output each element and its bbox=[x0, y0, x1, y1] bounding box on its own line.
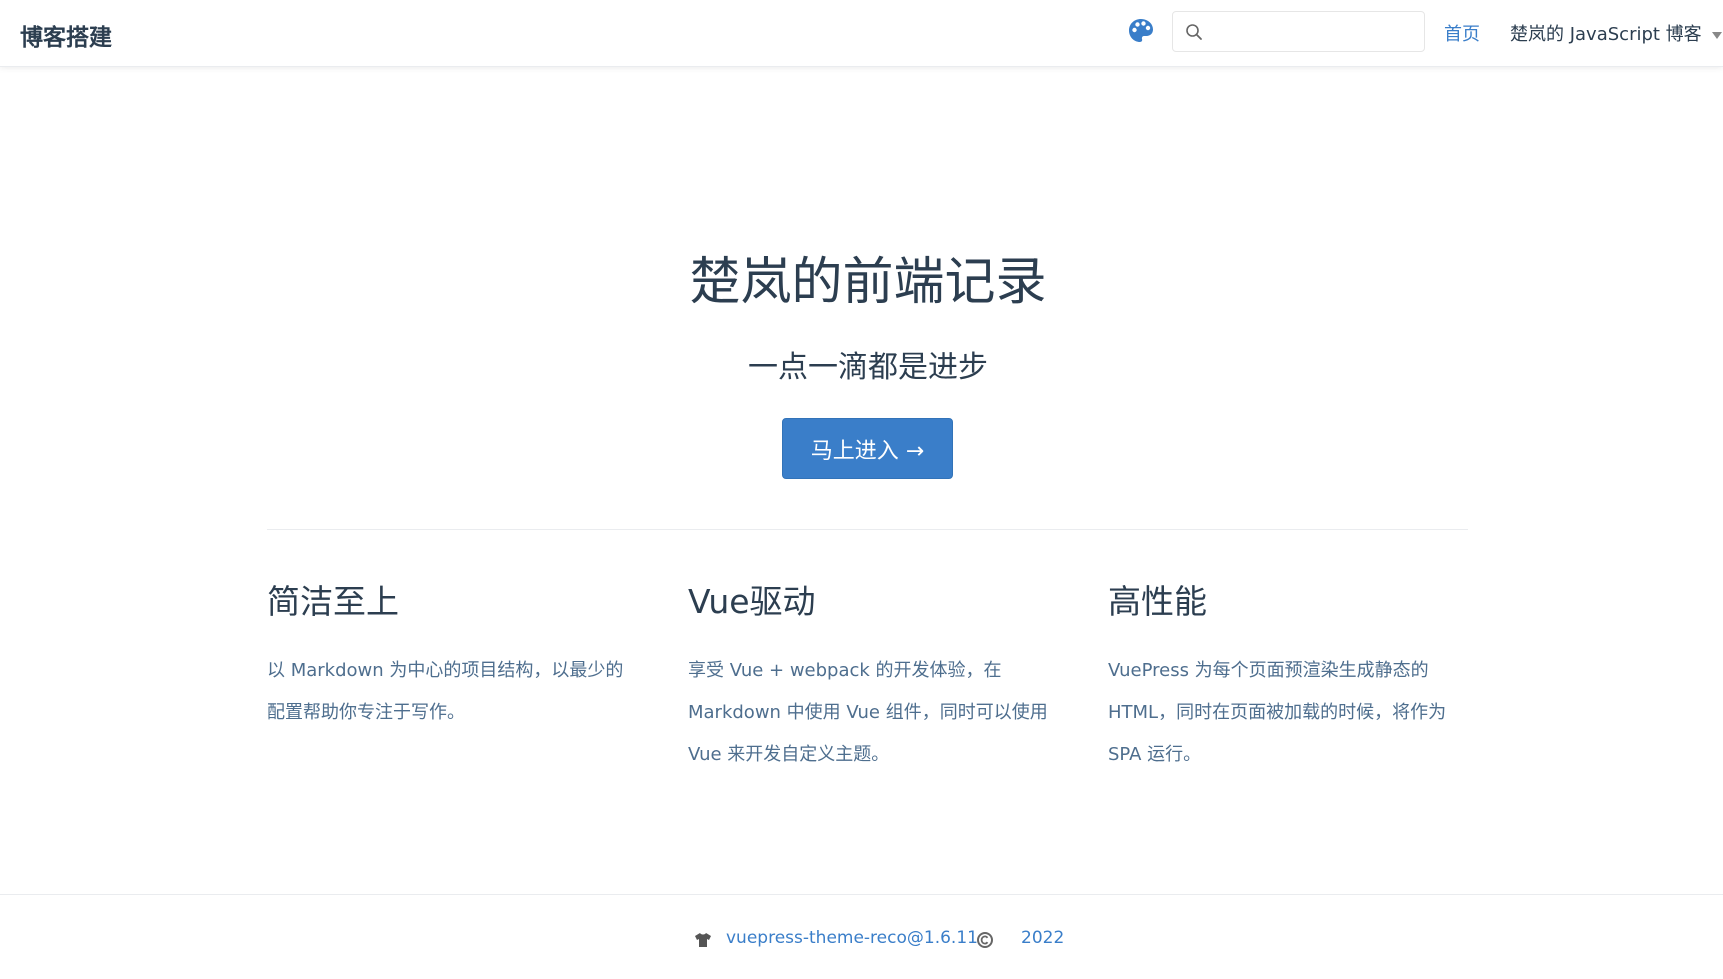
footer-divider bbox=[0, 894, 1723, 895]
search-box bbox=[1172, 11, 1425, 52]
navbar: 博客搭建 首页 楚岚的 JavaScript 博客 bbox=[0, 0, 1723, 67]
feature-card: Vue驱动 享受 Vue + webpack 的开发体验，在 Markdown … bbox=[688, 580, 1048, 776]
feature-details: VuePress 为每个页面预渲染生成静态的 HTML，同时在页面被加载的时候，… bbox=[1108, 660, 1447, 765]
feature-card: 高性能 VuePress 为每个页面预渲染生成静态的 HTML，同时在页面被加载… bbox=[1108, 580, 1468, 776]
feature-details: 以 Markdown 为中心的项目结构，以最少的配置帮助你专注于写作。 bbox=[267, 660, 624, 723]
site-name[interactable]: 博客搭建 bbox=[20, 18, 112, 52]
palette-icon[interactable] bbox=[1127, 17, 1155, 45]
feature-title: Vue驱动 bbox=[688, 582, 816, 621]
feature-details: 享受 Vue + webpack 的开发体验，在 Markdown 中使用 Vu… bbox=[688, 660, 1048, 765]
feature-card: 简洁至上 以 Markdown 为中心的项目结构，以最少的配置帮助你专注于写作。 bbox=[267, 580, 627, 734]
search-icon bbox=[1186, 24, 1202, 40]
hero-title: 楚岚的前端记录 bbox=[689, 253, 1047, 312]
nav-link-home[interactable]: 首页 bbox=[1444, 20, 1480, 46]
footer-year-link[interactable]: 2022 bbox=[1021, 928, 1064, 948]
copyright-icon bbox=[977, 932, 993, 948]
enter-button[interactable]: 马上进入 → bbox=[782, 418, 953, 479]
footer: vuepress-theme-reco@1.6.11 2022 bbox=[0, 926, 1723, 956]
feature-title: 高性能 bbox=[1108, 582, 1207, 621]
search-input[interactable] bbox=[1211, 12, 1416, 51]
nav-dropdown-blog[interactable]: 楚岚的 JavaScript 博客 bbox=[1510, 20, 1722, 46]
feature-title: 简洁至上 bbox=[267, 582, 399, 621]
shirt-icon bbox=[695, 933, 711, 947]
caret-down-icon bbox=[1711, 31, 1722, 39]
nav-dropdown-label: 楚岚的 JavaScript 博客 bbox=[1510, 24, 1702, 45]
divider bbox=[267, 529, 1468, 530]
hero-tagline: 一点一滴都是进步 bbox=[748, 350, 988, 385]
footer-theme-link[interactable]: vuepress-theme-reco@1.6.11 bbox=[726, 928, 978, 948]
